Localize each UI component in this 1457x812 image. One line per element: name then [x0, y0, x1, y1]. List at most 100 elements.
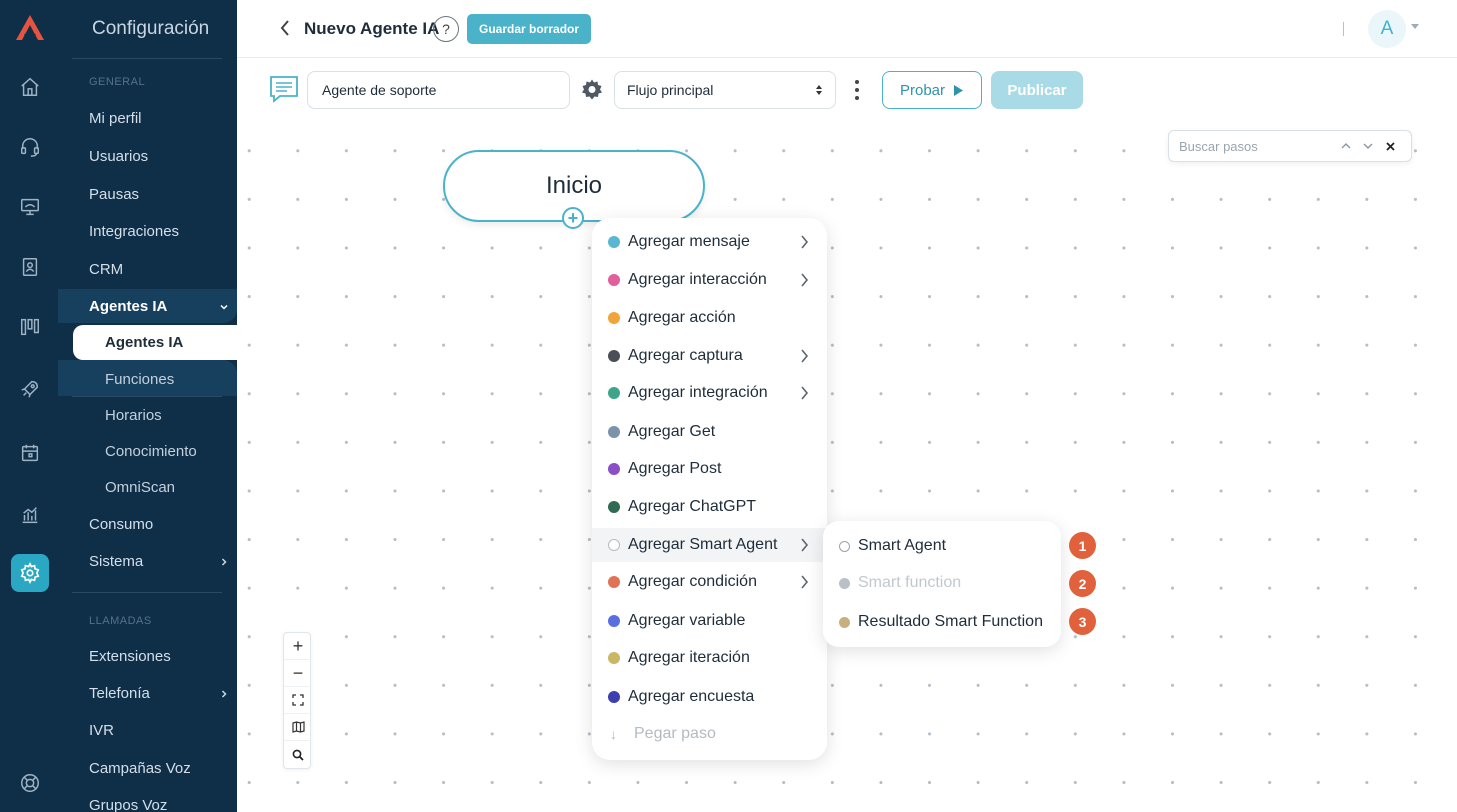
divider	[1343, 22, 1344, 36]
save-draft-button[interactable]: Guardar borrador	[467, 14, 592, 44]
flow-canvas[interactable]	[238, 118, 1457, 812]
gear-icon[interactable]	[580, 78, 604, 102]
step-badge: 3	[1069, 608, 1096, 635]
menu-item-paste-step[interactable]: ↓ Pegar paso	[592, 717, 827, 751]
color-dot	[608, 387, 620, 399]
sidebar-item-functions[interactable]: Funciones	[105, 371, 174, 388]
sidebar-item-consumption[interactable]: Consumo	[89, 516, 229, 533]
menu-item-add-post[interactable]: Agregar Post	[592, 452, 827, 486]
menu-item-add-smart-agent[interactable]: Agregar Smart Agent	[592, 528, 827, 562]
menu-item-add-condition[interactable]: Agregar condición	[592, 565, 827, 599]
flow-select[interactable]: Flujo principal	[614, 71, 836, 109]
chevron-right-icon	[221, 689, 227, 698]
fit-view-icon[interactable]	[284, 687, 312, 714]
menu-item-label: Agregar integración	[628, 384, 768, 401]
chevron-right-icon	[221, 557, 227, 566]
more-options-icon[interactable]	[849, 78, 865, 102]
sidebar-item-label: Extensiones	[89, 648, 171, 665]
start-node-label: Inicio	[545, 172, 603, 199]
chevron-right-icon	[801, 386, 809, 400]
color-dot	[608, 652, 620, 664]
submenu-item-smart-agent[interactable]: Smart Agent	[839, 537, 946, 555]
submenu-item-smart-function-result[interactable]: Resultado Smart Function	[839, 613, 1043, 631]
menu-item-label: Agregar mensaje	[628, 233, 750, 250]
brand-logo-icon[interactable]	[14, 12, 46, 44]
menu-item-add-capture[interactable]: Agregar captura	[592, 339, 827, 373]
sidebar-item-crm[interactable]: CRM	[89, 261, 229, 278]
sidebar-item-telephony[interactable]: Telefonía	[89, 685, 229, 702]
test-button[interactable]: Probar	[882, 71, 982, 109]
sidebar-item-integrations[interactable]: Integraciones	[89, 223, 229, 240]
sidebar-item-ai-agents-group[interactable]: Agentes IA	[89, 298, 229, 315]
caret-down-icon[interactable]	[1411, 24, 1419, 29]
color-dot	[839, 616, 850, 628]
agent-name-input[interactable]	[307, 71, 570, 109]
menu-item-label: Agregar encuesta	[628, 688, 755, 705]
sidebar-item-profile[interactable]: Mi perfil	[89, 110, 229, 127]
calendar-icon[interactable]	[11, 434, 49, 472]
headset-icon[interactable]	[11, 128, 49, 166]
submenu-item-smart-function[interactable]: Smart function	[839, 574, 961, 592]
add-step-icon[interactable]: +	[562, 207, 584, 229]
zoom-in-button[interactable]: +	[284, 633, 312, 660]
back-button[interactable]	[275, 16, 295, 40]
sidebar-item-label: Agentes IA	[89, 298, 168, 315]
sidebar-item-schedules[interactable]: Horarios	[105, 407, 162, 424]
menu-item-add-iteration[interactable]: Agregar iteración	[592, 641, 827, 675]
support-icon[interactable]	[11, 764, 49, 802]
menu-item-add-get[interactable]: Agregar Get	[592, 415, 827, 449]
chevron-left-icon	[280, 20, 289, 36]
settings-icon[interactable]	[11, 554, 49, 592]
play-icon	[954, 84, 964, 96]
avatar[interactable]: A	[1368, 10, 1406, 48]
search-placeholder: Buscar pasos	[1179, 138, 1258, 154]
menu-item-add-integration[interactable]: Agregar integración	[592, 376, 827, 410]
sidebar-item-ivr[interactable]: IVR	[89, 722, 229, 739]
menu-item-label: Agregar ChatGPT	[628, 498, 757, 515]
sidebar-item-users[interactable]: Usuarios	[89, 148, 229, 165]
sidebar-item-label: Pausas	[89, 186, 140, 203]
sidebar-item-ai-agents[interactable]: Agentes IA	[105, 334, 183, 351]
menu-item-label: Agregar Smart Agent	[628, 536, 778, 553]
menu-item-add-action[interactable]: Agregar acción	[592, 301, 827, 335]
contacts-icon[interactable]	[11, 248, 49, 286]
close-icon[interactable]	[1379, 137, 1401, 155]
search-steps-input[interactable]: Buscar pasos	[1168, 130, 1412, 162]
sidebar-item-system[interactable]: Sistema	[89, 553, 229, 570]
menu-item-add-variable[interactable]: Agregar variable	[592, 604, 827, 638]
sidebar-item-knowledge[interactable]: Conocimiento	[105, 443, 197, 460]
menu-item-label: Agregar Get	[628, 423, 716, 440]
chevron-right-icon	[801, 235, 809, 249]
publish-button[interactable]: Publicar	[991, 71, 1083, 109]
chevron-up-icon[interactable]	[1335, 137, 1357, 155]
chevron-down-icon[interactable]	[1357, 137, 1379, 155]
add-step-menu: Agregar mensaje Agregar interacción Agre…	[592, 218, 827, 760]
sidebar-title: Configuración	[92, 18, 210, 39]
divider	[72, 396, 222, 397]
menu-item-label: Agregar condición	[628, 573, 757, 590]
sidebar-item-label: IVR	[89, 722, 115, 739]
menu-item-add-survey[interactable]: Agregar encuesta	[592, 680, 827, 714]
sidebar-item-pauses[interactable]: Pausas	[89, 186, 229, 203]
analytics-icon[interactable]	[11, 496, 49, 534]
menu-item-label: Agregar variable	[628, 612, 746, 629]
help-button[interactable]: ?	[433, 16, 459, 42]
menu-item-label: Agregar interacción	[628, 271, 767, 288]
rocket-icon[interactable]	[11, 370, 49, 408]
search-icon[interactable]	[284, 741, 312, 768]
sidebar-item-extensions[interactable]: Extensiones	[89, 648, 229, 665]
sidebar-item-voice-groups[interactable]: Grupos Voz	[89, 797, 229, 812]
minimap-icon[interactable]	[284, 714, 312, 741]
zoom-out-button[interactable]: −	[284, 660, 312, 687]
home-icon[interactable]	[11, 68, 49, 106]
monitor-icon[interactable]	[11, 188, 49, 226]
menu-item-add-message[interactable]: Agregar mensaje	[592, 225, 827, 259]
sidebar-item-voice-campaigns[interactable]: Campañas Voz	[89, 760, 229, 777]
kanban-icon[interactable]	[11, 308, 49, 346]
sidebar-item-label: Usuarios	[89, 148, 149, 165]
sidebar-item-omniscan[interactable]: OmniScan	[105, 479, 175, 496]
menu-item-add-chatgpt[interactable]: Agregar ChatGPT	[592, 490, 827, 524]
menu-item-add-interaction[interactable]: Agregar interacción	[592, 263, 827, 297]
smart-agent-submenu: Smart Agent Smart function Resultado Sma…	[823, 521, 1061, 647]
color-dot	[608, 350, 620, 362]
